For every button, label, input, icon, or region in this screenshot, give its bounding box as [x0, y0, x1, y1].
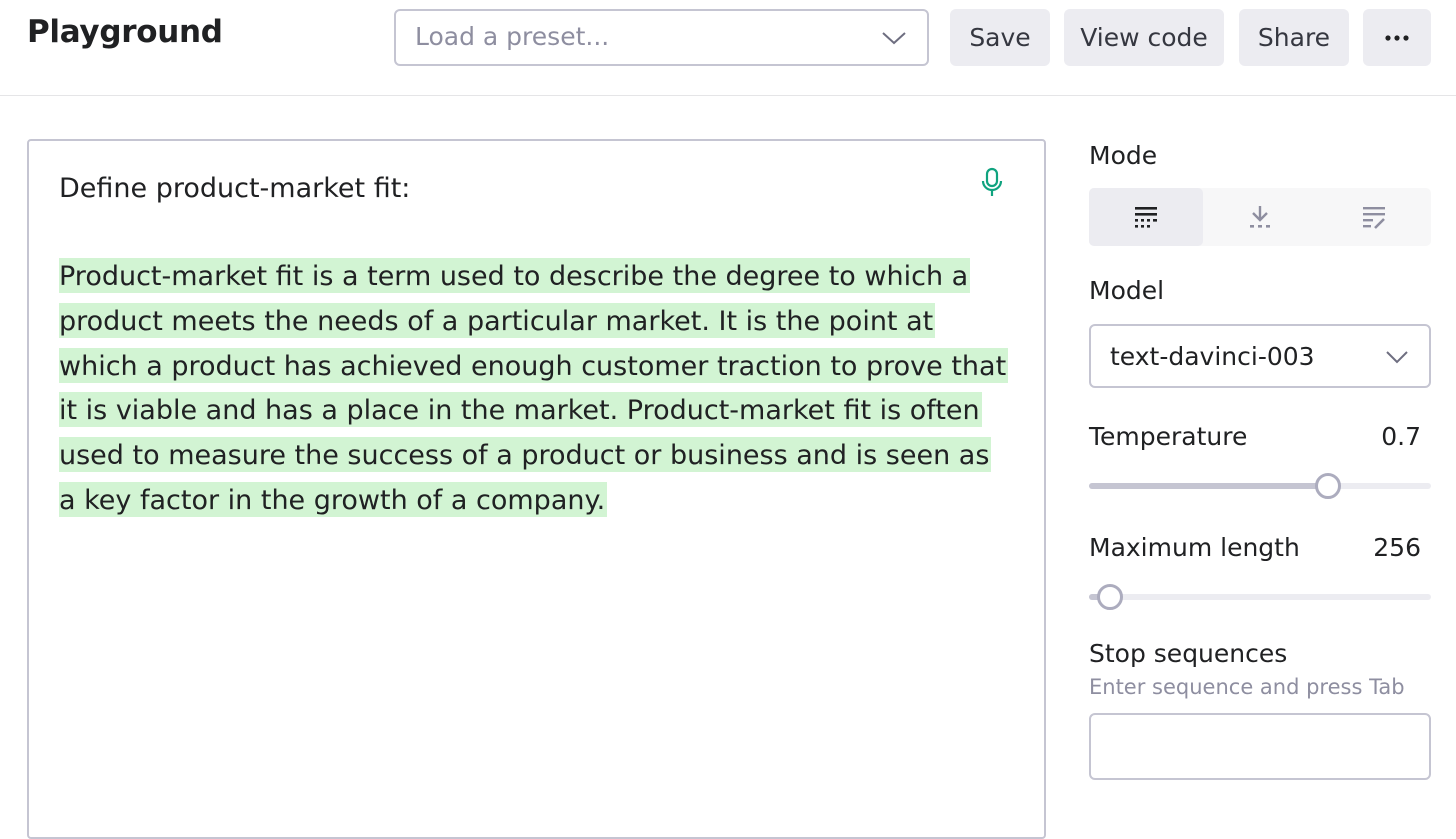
save-button[interactable]: Save: [950, 9, 1050, 66]
stop-sequences-label: Stop sequences: [1089, 639, 1288, 668]
stop-sequences-input[interactable]: [1089, 713, 1431, 780]
preset-select[interactable]: Load a preset...: [394, 9, 929, 66]
completion-text: Product-market fit is a term used to des…: [59, 256, 1009, 525]
maximum-length-slider[interactable]: [1089, 582, 1431, 612]
top-bar: Playground Load a preset... Save View co…: [0, 0, 1456, 96]
microphone-icon[interactable]: [979, 167, 1005, 199]
stop-sequences-hint: Enter sequence and press Tab: [1089, 675, 1405, 699]
mode-label: Mode: [1089, 141, 1158, 170]
mode-selector: [1089, 188, 1431, 246]
complete-icon: [1135, 207, 1157, 228]
prompt-editor[interactable]: Define product-market fit: Product-marke…: [27, 139, 1046, 839]
mode-edit-button[interactable]: [1317, 188, 1431, 246]
temperature-label: Temperature: [1089, 422, 1248, 451]
model-label: Model: [1089, 276, 1165, 305]
model-select[interactable]: text-davinci-003: [1089, 324, 1431, 388]
edit-icon: [1363, 207, 1385, 229]
completion-line: product meets the needs of a particular …: [59, 302, 936, 338]
more-options-button[interactable]: [1363, 9, 1431, 66]
temperature-value[interactable]: 0.7: [1331, 422, 1421, 451]
slider-track: [1089, 594, 1431, 600]
slider-fill: [1089, 483, 1328, 489]
ellipsis-icon: [1385, 34, 1409, 41]
view-code-button[interactable]: View code: [1064, 9, 1224, 66]
temperature-slider[interactable]: [1089, 471, 1431, 501]
completion-line: it is viable and has a place in the mark…: [59, 392, 982, 428]
completion-line: which a product has achieved enough cust…: [59, 347, 1009, 383]
page-title: Playground: [27, 14, 223, 50]
slider-thumb[interactable]: [1315, 473, 1341, 499]
completion-line: used to measure the success of a product…: [59, 437, 992, 473]
model-value: text-davinci-003: [1110, 342, 1315, 371]
mode-insert-button[interactable]: [1203, 188, 1317, 246]
completion-line: Product-market fit is a term used to des…: [59, 258, 971, 293]
insert-icon: [1250, 206, 1270, 228]
maximum-length-label: Maximum length: [1089, 533, 1300, 562]
chevron-down-icon: [882, 32, 906, 45]
chevron-down-icon: [1386, 351, 1408, 364]
prompt-text: Define product-market fit:: [59, 173, 411, 204]
preset-placeholder: Load a preset...: [415, 22, 610, 51]
share-button[interactable]: Share: [1239, 9, 1349, 66]
slider-thumb[interactable]: [1097, 584, 1123, 610]
completion-line: a key factor in the growth of a company.: [59, 481, 608, 517]
mode-complete-button[interactable]: [1089, 188, 1203, 246]
maximum-length-value[interactable]: 256: [1331, 533, 1421, 562]
